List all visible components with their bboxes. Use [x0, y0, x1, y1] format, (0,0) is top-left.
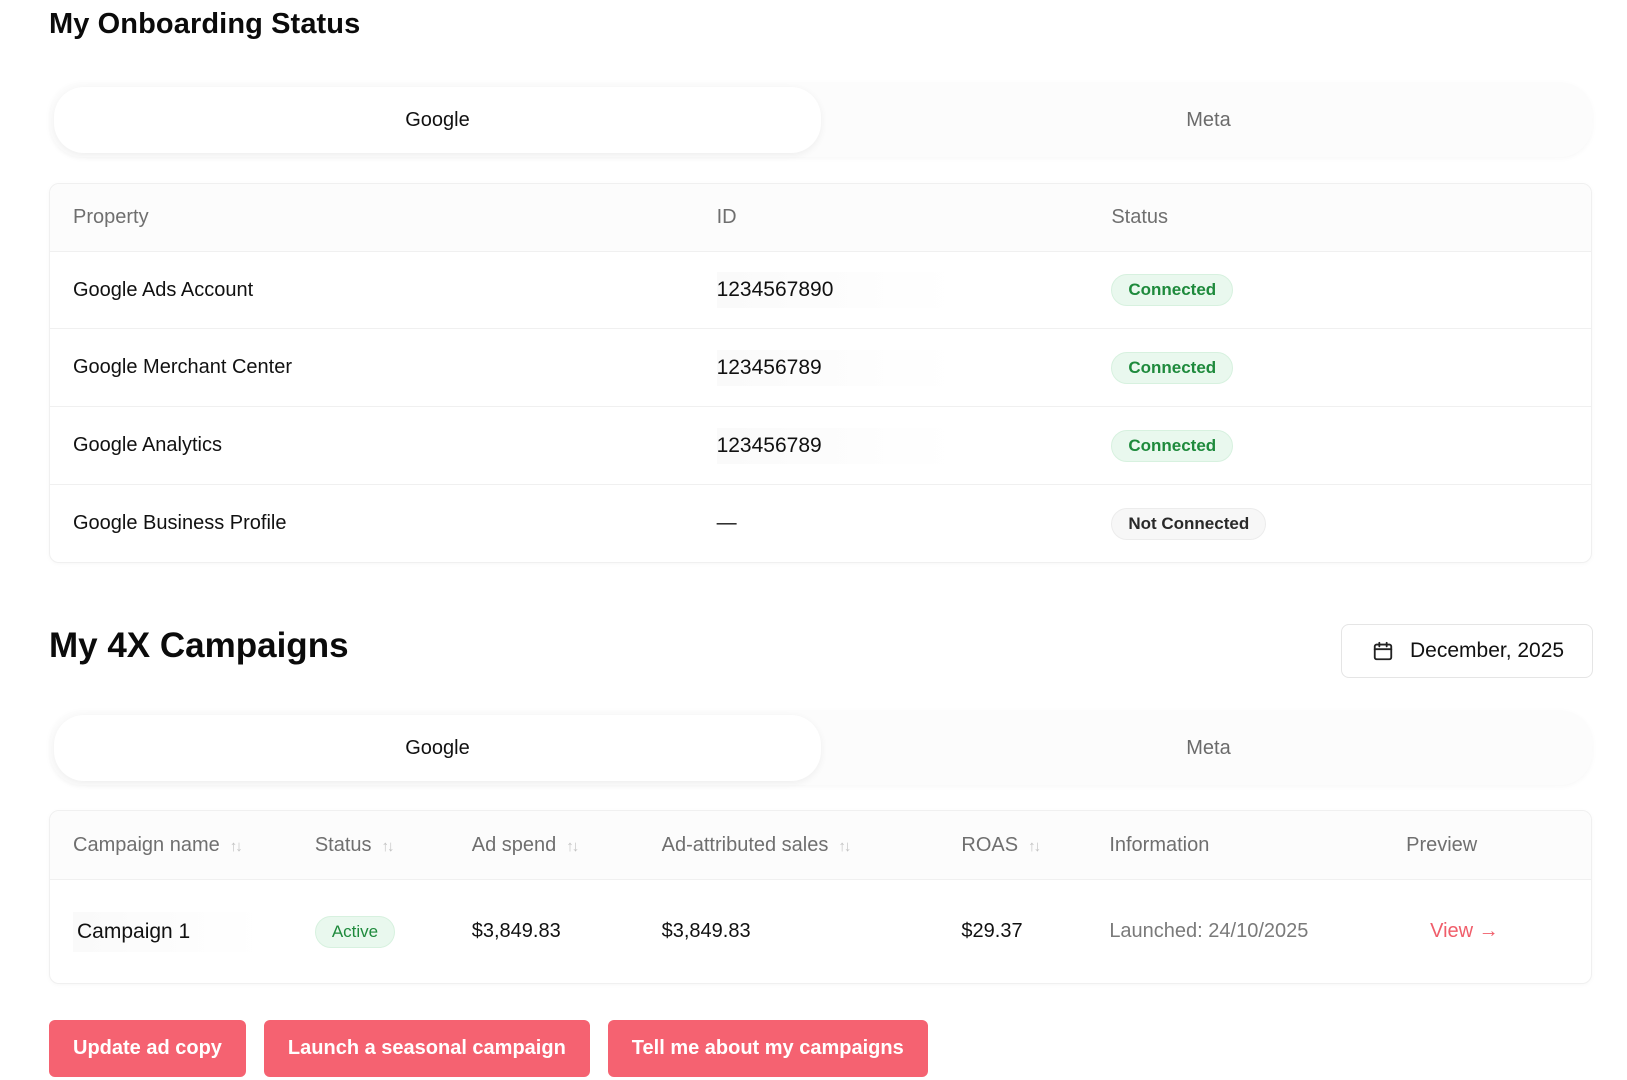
status-badge: Active [314, 915, 396, 948]
property-id: 123456789 [716, 349, 957, 386]
table-header-row: Property ID Status [50, 184, 1591, 252]
table-row: Google Analytics 123456789 Connected [50, 407, 1591, 485]
sort-arrows-icon[interactable]: ↑↓ [566, 838, 579, 855]
property-id: — [716, 512, 737, 534]
tab-meta[interactable]: Meta [825, 83, 1592, 157]
date-filter-label: December, 2025 [1410, 639, 1565, 662]
ad-attributed-sales-value: $3,849.83 [661, 920, 751, 942]
column-header-information: Information [1109, 833, 1210, 856]
property-id: 123456789 [716, 427, 957, 464]
status-badge: Connected [1111, 274, 1234, 306]
sort-arrows-icon[interactable]: ↑↓ [838, 838, 851, 855]
column-header-property: Property [73, 206, 149, 228]
sort-arrows-icon[interactable]: ↑↓ [230, 838, 243, 855]
column-header-id: ID [716, 206, 737, 228]
status-badge: Connected [1111, 429, 1234, 462]
roas-value: $29.37 [961, 920, 1023, 942]
column-header-label: Ad-attributed sales [661, 833, 829, 856]
table-row: Google Ads Account 1234567890 Connected [50, 252, 1591, 329]
ad-spend-value: $3,849.83 [471, 920, 561, 942]
column-header-ad-spend[interactable]: Ad spend ↑↓ [472, 834, 662, 857]
property-id: 1234567890 [716, 272, 957, 308]
tell-me-about-campaigns-button[interactable]: Tell me about my campaigns [607, 1020, 928, 1077]
table-header-row: Campaign name ↑↓ Status ↑↓ Ad spend ↑↓ Ad-a… [50, 811, 1591, 880]
column-header-label: ROAS [961, 833, 1019, 856]
tab-meta[interactable]: Meta [825, 711, 1592, 785]
date-filter-button[interactable]: December, 2025 [1341, 624, 1593, 678]
tab-google[interactable]: Google [54, 87, 821, 153]
property-name: Google Analytics [73, 434, 222, 456]
column-header-label: Status [314, 833, 372, 856]
table-row: Google Business Profile — Not Connected [50, 485, 1591, 562]
action-buttons: Update ad copy Launch a seasonal campaig… [49, 1020, 928, 1077]
property-name: Google Ads Account [73, 278, 254, 301]
status-badge: Not Connected [1111, 507, 1267, 540]
campaign-name: Campaign 1 [73, 911, 263, 952]
column-header-label: Ad spend [471, 833, 557, 856]
sort-arrows-icon[interactable]: ↑↓ [1028, 838, 1041, 855]
sort-arrows-icon[interactable]: ↑↓ [382, 838, 395, 855]
table-row: Campaign 1 Active $3,849.83 $3,849.83 $2… [50, 880, 1591, 983]
column-header-campaign-name[interactable]: Campaign name ↑↓ [50, 834, 315, 857]
calendar-icon [1373, 641, 1393, 661]
onboarding-title: My Onboarding Status [49, 8, 361, 40]
property-name: Google Business Profile [73, 512, 287, 534]
tab-google[interactable]: Google [54, 715, 821, 781]
column-header-preview: Preview [1406, 833, 1478, 856]
campaigns-platform-tabs: Google Meta [50, 711, 1592, 785]
campaigns-title: My 4X Campaigns [49, 626, 349, 665]
onboarding-platform-tabs: Google Meta [50, 83, 1592, 157]
column-header-ad-attributed-sales[interactable]: Ad-attributed sales ↑↓ [662, 834, 962, 857]
column-header-label: Campaign name [73, 833, 220, 856]
column-header-status: Status [1111, 206, 1169, 228]
campaigns-table: Campaign name ↑↓ Status ↑↓ Ad spend ↑↓ Ad-a… [49, 810, 1592, 984]
information-text: Launched: 24/10/2025 [1109, 920, 1309, 942]
update-ad-copy-button[interactable]: Update ad copy [49, 1020, 246, 1077]
property-name: Google Merchant Center [73, 356, 293, 378]
launch-seasonal-campaign-button[interactable]: Launch a seasonal campaign [263, 1020, 590, 1077]
table-row: Google Merchant Center 123456789 Connect… [50, 329, 1591, 407]
column-header-status[interactable]: Status ↑↓ [315, 834, 472, 857]
column-header-roas[interactable]: ROAS ↑↓ [961, 834, 1109, 857]
view-link[interactable]: View → [1406, 920, 1591, 943]
onboarding-table: Property ID Status Google Ads Account 12… [49, 183, 1592, 563]
status-badge: Connected [1111, 351, 1234, 384]
